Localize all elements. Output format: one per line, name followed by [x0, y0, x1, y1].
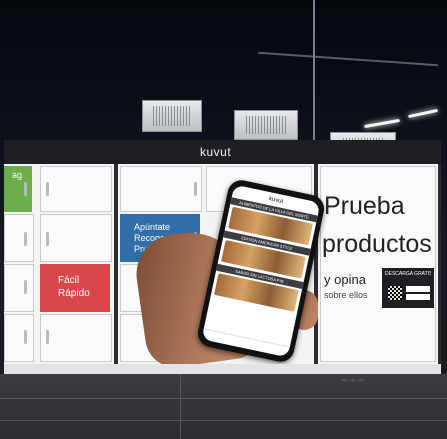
locker-handle[interactable]	[24, 182, 27, 196]
google-play-badge-icon[interactable]	[406, 294, 430, 300]
ac-unit-middle	[234, 110, 298, 140]
headline-productos: productos	[322, 230, 432, 258]
locker-handle[interactable]	[46, 182, 49, 196]
green-panel: ag	[4, 166, 32, 212]
locker-door[interactable]	[4, 264, 34, 312]
red-panel: Fácil Rápido	[40, 264, 110, 312]
floor-seam	[180, 374, 181, 439]
photo-scene: kuvut ag Fácil Rápido Apúntate Recoge Pr…	[0, 0, 447, 439]
qr-caption: DESCARGA GRATIS LA APP	[385, 271, 431, 277]
support-pole	[313, 0, 315, 150]
locker-handle[interactable]	[24, 330, 27, 344]
floor-reflection: ⌁⌁⌁	[340, 373, 366, 389]
locker-handle[interactable]	[24, 232, 27, 246]
red-panel-line: Rápido	[58, 288, 90, 299]
floor-seam	[0, 398, 447, 399]
floor-seam	[0, 420, 447, 421]
blue-panel-line: Apúntate	[134, 222, 171, 232]
subline-y-opina: y opina	[324, 272, 366, 287]
locker-handle[interactable]	[194, 182, 197, 196]
locker-handle[interactable]	[24, 280, 27, 294]
qr-code-icon[interactable]	[388, 286, 402, 300]
subline-sobre-ellos: sobre ellos	[324, 290, 368, 300]
locker-door[interactable]	[120, 166, 202, 212]
locker-base	[4, 364, 441, 374]
ac-unit-left	[142, 100, 202, 132]
locker-handle[interactable]	[46, 330, 49, 344]
locker-handle[interactable]	[46, 232, 49, 246]
red-panel-line: Fácil	[58, 275, 80, 286]
headline-prueba: Prueba	[324, 192, 405, 220]
ceiling-light	[364, 118, 400, 129]
locker-door[interactable]	[40, 314, 112, 362]
floor	[0, 374, 447, 439]
locker-door[interactable]	[40, 166, 112, 212]
locker-door[interactable]	[40, 214, 112, 262]
app-store-badge-icon[interactable]	[406, 286, 430, 292]
locker-top-bar: kuvut	[4, 140, 441, 164]
qr-download-box: DESCARGA GRATIS LA APP	[382, 268, 434, 308]
ceiling-rail	[258, 51, 438, 67]
ceiling-light	[408, 108, 438, 119]
green-panel-text: ag	[12, 170, 23, 180]
brand-logo: kuvut	[200, 145, 232, 159]
locker-door[interactable]	[4, 314, 34, 362]
locker-door[interactable]	[4, 214, 34, 262]
